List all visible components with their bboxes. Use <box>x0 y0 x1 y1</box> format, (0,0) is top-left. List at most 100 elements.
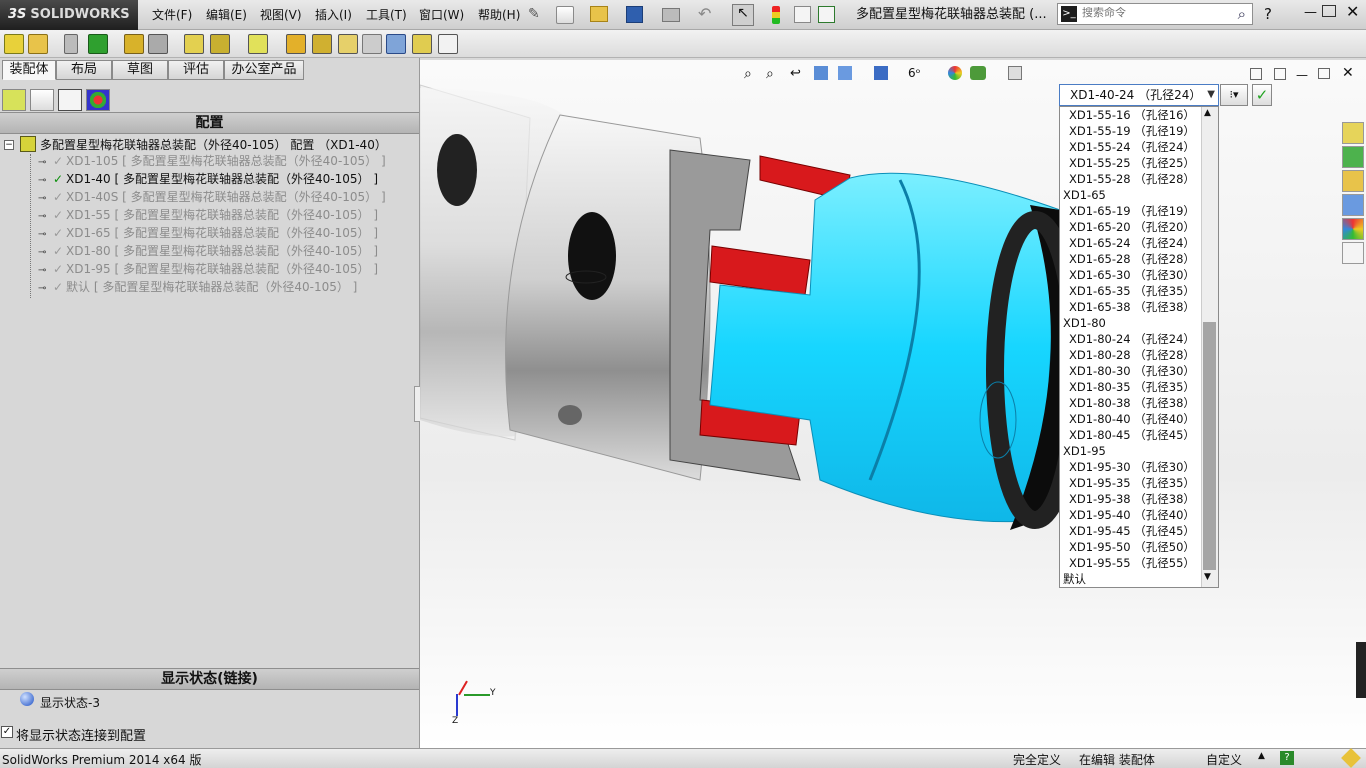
display-manager-icon[interactable] <box>86 89 110 111</box>
dropdown-option[interactable]: XD1-65-38 （孔径38） <box>1069 299 1195 315</box>
menu-item[interactable]: 窗口(W) <box>415 5 468 25</box>
rebuild-icon[interactable] <box>772 6 780 24</box>
feature-manager-tree-icon[interactable] <box>2 89 26 111</box>
edit-appearance-icon[interactable] <box>948 66 962 80</box>
view-palette-icon[interactable] <box>1342 194 1364 216</box>
dropdown-option[interactable]: XD1-65-24 （孔径24） <box>1069 235 1195 251</box>
dropdown-option[interactable]: XD1-65-19 （孔径19） <box>1069 203 1195 219</box>
view-orientation-icon[interactable] <box>838 66 852 80</box>
units-up-arrow-icon[interactable]: ▲ <box>1258 751 1265 761</box>
dropdown-option[interactable]: XD1-55-24 （孔径24） <box>1069 139 1195 155</box>
new-part-icon[interactable] <box>28 34 48 54</box>
tab-evaluate[interactable]: 评估 <box>168 60 224 80</box>
mate-icon[interactable] <box>124 34 144 54</box>
custom-properties-icon[interactable] <box>1342 242 1364 264</box>
property-manager-icon[interactable] <box>30 89 54 111</box>
tab-layout[interactable]: 布局 <box>56 60 112 80</box>
dropdown-option[interactable]: XD1-80-30 （孔径30） <box>1069 363 1195 379</box>
config-item[interactable]: ⊸ ✓ XD1-105 [ 多配置星型梅花联轴器总装配（外径40-105） ] <box>38 152 386 170</box>
new-motion-study-icon[interactable] <box>248 34 268 54</box>
viewport-close-icon[interactable]: ✕ <box>1342 65 1354 81</box>
tab-sketch[interactable]: 草图 <box>112 60 168 80</box>
dropdown-option[interactable]: XD1-65-20 （孔径20） <box>1069 219 1195 235</box>
dropdown-group-label[interactable]: XD1-95 <box>1063 443 1106 459</box>
zoom-to-area-icon[interactable]: ⌕ <box>766 66 774 82</box>
config-item[interactable]: ⊸ ✓ XD1-55 [ 多配置星型梅花联轴器总装配（外径40-105） ] <box>38 206 378 224</box>
config-item[interactable]: ⊸ ✓ XD1-95 [ 多配置星型梅花联轴器总装配（外径40-105） ] <box>38 260 378 278</box>
dropdown-option[interactable]: XD1-65-30 （孔径30） <box>1069 267 1195 283</box>
smart-fasteners-icon[interactable] <box>88 34 108 54</box>
open-folder-icon[interactable] <box>590 6 608 22</box>
search-icon[interactable]: ⌕ <box>1238 5 1246 23</box>
section-view-icon[interactable] <box>814 66 828 80</box>
minimize-icon[interactable]: — <box>1304 5 1317 20</box>
dropdown-option[interactable]: XD1-55-19 （孔径19） <box>1069 123 1195 139</box>
reference-geometry-icon[interactable] <box>210 34 230 54</box>
file-properties-icon[interactable] <box>794 6 811 23</box>
menu-item[interactable]: 插入(I) <box>311 5 356 25</box>
dropdown-option[interactable]: XD1-80-28 （孔径28） <box>1069 347 1195 363</box>
dropdown-options-button[interactable]: ⁝▾ <box>1220 84 1248 106</box>
close-icon[interactable]: ✕ <box>1346 2 1359 21</box>
undo-icon[interactable]: ↶ <box>698 4 711 23</box>
units-selector[interactable]: 自定义 <box>1206 751 1242 768</box>
menu-item[interactable]: 帮助(H) <box>474 5 524 25</box>
dropdown-option[interactable]: XD1-55-28 （孔径28） <box>1069 171 1195 187</box>
bill-of-materials-icon[interactable] <box>286 34 306 54</box>
config-item-active[interactable]: ⊸ ✓ XD1-40 [ 多配置星型梅花联轴器总装配（外径40-105） ] <box>38 170 378 188</box>
paperclip-icon[interactable] <box>64 34 78 54</box>
large-assembly-mode-icon[interactable] <box>412 34 432 54</box>
config-item[interactable]: ⊸ ✓ 默认 [ 多配置星型梅花联轴器总装配（外径40-105） ] <box>38 278 357 296</box>
dropdown-option[interactable]: XD1-80-45 （孔径45） <box>1069 427 1195 443</box>
dropdown-option[interactable]: XD1-55-16 （孔径16） <box>1069 107 1195 123</box>
dropdown-group-label[interactable]: XD1-80 <box>1063 315 1106 331</box>
rebuild-status-icon[interactable] <box>1341 748 1361 768</box>
dropdown-option[interactable]: XD1-55-25 （孔径25） <box>1069 155 1195 171</box>
select-arrow-icon[interactable]: ↖ <box>732 4 754 26</box>
dropdown-option[interactable]: XD1-95-45 （孔径45） <box>1069 523 1195 539</box>
restore-icon[interactable] <box>1322 5 1336 17</box>
display-state-item[interactable]: 显示状态-3 <box>40 694 100 711</box>
accept-check-icon[interactable]: ✓ <box>1252 84 1272 106</box>
options-icon[interactable] <box>818 6 835 23</box>
appearances-scenes-icon[interactable] <box>1342 218 1364 240</box>
dropdown-option[interactable]: XD1-95-40 （孔径40） <box>1069 507 1195 523</box>
dropdown-option[interactable]: XD1-80-40 （孔径40） <box>1069 411 1195 427</box>
solidworks-logo[interactable]: 3S SOLIDWORKS <box>0 0 138 30</box>
link-display-states-label[interactable]: 将显示状态连接到配置 <box>16 725 146 744</box>
dropdown-scroll-thumb[interactable] <box>1203 322 1216 570</box>
viewport-tile-icon[interactable] <box>1250 68 1262 80</box>
zoom-to-fit-icon[interactable]: ⌕ <box>744 66 752 82</box>
quick-tips-icon[interactable]: ? <box>1280 751 1294 765</box>
configuration-select[interactable]: XD1-40-24 （孔径24） ▼ <box>1059 84 1219 106</box>
file-explorer-icon[interactable] <box>1342 170 1364 192</box>
solidworks-resources-icon[interactable] <box>1342 122 1364 144</box>
design-library-icon[interactable] <box>1342 146 1364 168</box>
pin-icon[interactable]: ✎ <box>528 6 540 22</box>
configuration-manager-icon[interactable] <box>58 89 82 111</box>
menu-item[interactable]: 编辑(E) <box>202 5 251 25</box>
command-search-box[interactable]: >_ ⌕ <box>1057 3 1253 25</box>
graphics-area[interactable]: ⌕ ⌕ ↩ 6ᵒ — ✕ Y Z <box>420 60 1366 748</box>
assembly-features-icon[interactable] <box>184 34 204 54</box>
exploded-view-icon[interactable] <box>312 34 332 54</box>
dropdown-option[interactable]: XD1-95-35 （孔径35） <box>1069 475 1195 491</box>
dropdown-option[interactable]: XD1-80-35 （孔径35） <box>1069 379 1195 395</box>
rotate-component-icon[interactable] <box>148 34 168 54</box>
collapse-toggle-icon[interactable]: − <box>4 140 14 150</box>
dropdown-option[interactable]: XD1-65-28 （孔径28） <box>1069 251 1195 267</box>
dropdown-option[interactable]: XD1-95-50 （孔径50） <box>1069 539 1195 555</box>
display-style-icon[interactable] <box>874 66 888 80</box>
new-document-icon[interactable] <box>556 6 574 24</box>
instant3d-icon[interactable] <box>386 34 406 54</box>
insert-component-icon[interactable] <box>4 34 24 54</box>
dropdown-option[interactable]: XD1-65-35 （孔径35） <box>1069 283 1195 299</box>
menu-item[interactable]: 视图(V) <box>256 5 306 25</box>
print-icon[interactable] <box>662 8 680 22</box>
config-item[interactable]: ⊸ ✓ XD1-65 [ 多配置星型梅花联轴器总装配（外径40-105） ] <box>38 224 378 242</box>
save-icon[interactable] <box>626 6 643 23</box>
task-pane-handle[interactable] <box>1356 642 1366 698</box>
dropdown-option[interactable]: XD1-95-38 （孔径38） <box>1069 491 1195 507</box>
config-item[interactable]: ⊸ ✓ XD1-80 [ 多配置星型梅花联轴器总装配（外径40-105） ] <box>38 242 378 260</box>
hide-show-items-icon[interactable]: 6ᵒ <box>908 66 921 80</box>
